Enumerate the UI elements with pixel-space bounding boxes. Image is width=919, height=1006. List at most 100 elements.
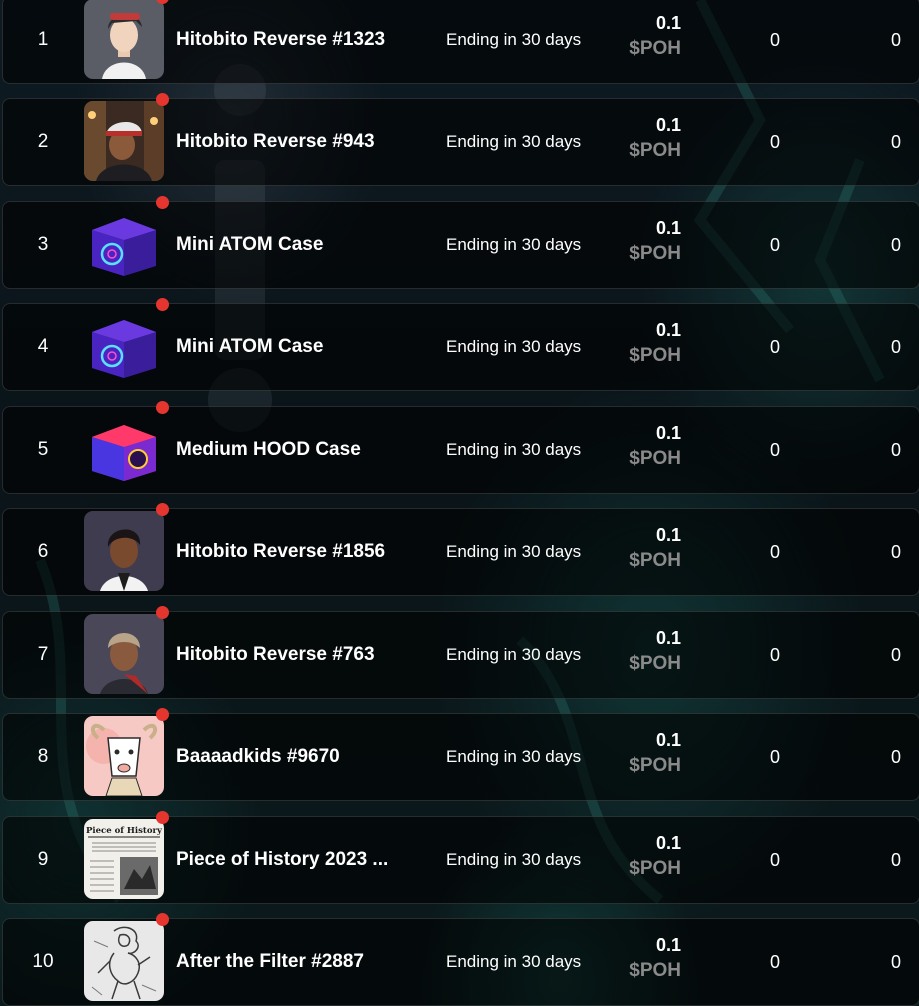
item-name[interactable]: Hitobito Reverse #1323	[176, 0, 408, 83]
price: 0.1 $POH	[603, 319, 681, 371]
rank-number: 10	[32, 951, 54, 972]
stat-count-b: 0	[891, 542, 902, 562]
rank-number: 3	[37, 234, 49, 255]
price: 0.1 $POH	[603, 114, 681, 166]
atom-case-icon	[92, 320, 156, 378]
stat-count-a: 0	[770, 235, 781, 255]
rank-number: 2	[37, 131, 49, 152]
stat-count-b: 0	[891, 337, 902, 357]
rank-number: 8	[37, 746, 49, 767]
stat-count-a: 0	[770, 132, 781, 152]
stat-count-b: 0	[891, 850, 902, 870]
item-name[interactable]: Mini ATOM Case	[176, 304, 408, 390]
list-item[interactable]: 8 Baaaadkids #9670 Ending in 30 days 0.1…	[2, 708, 919, 801]
item-thumbnail[interactable]: Piece of History	[84, 819, 164, 899]
item-thumbnail[interactable]	[84, 0, 164, 79]
item-thumbnail[interactable]	[84, 101, 164, 181]
rank-number: 7	[37, 644, 49, 665]
price: 0.1 $POH	[603, 627, 681, 679]
hitobito-avatar-icon	[84, 0, 164, 79]
price-token: $POH	[629, 550, 681, 571]
hitobito-avatar-icon	[84, 101, 164, 181]
newspaper-masthead: Piece of History	[86, 826, 163, 836]
price: 0.1 $POH	[603, 422, 681, 474]
price: 0.1 $POH	[603, 729, 681, 781]
price-value: 0.1	[655, 935, 681, 955]
ending-time: Ending in 30 days	[446, 747, 582, 766]
list-item[interactable]: 2 Hitobito Reverse #943 Ending in 30 day…	[2, 93, 919, 186]
rank-number: 6	[37, 541, 49, 562]
price-value: 0.1	[655, 423, 681, 443]
price: 0.1 $POH	[603, 832, 681, 884]
price-token: $POH	[629, 345, 681, 366]
price-value: 0.1	[655, 730, 681, 750]
item-name[interactable]: Hitobito Reverse #1856	[176, 509, 408, 595]
item-thumbnail[interactable]	[84, 716, 164, 796]
item-name[interactable]: After the Filter #2887	[176, 919, 408, 1005]
new-badge-dot	[156, 196, 169, 209]
new-badge-dot	[156, 606, 169, 619]
item-thumbnail[interactable]	[84, 614, 164, 694]
stat-count-a: 0	[770, 30, 781, 50]
price-value: 0.1	[655, 320, 681, 340]
ending-time: Ending in 30 days	[446, 440, 582, 459]
item-thumbnail[interactable]	[84, 306, 164, 386]
list-item[interactable]: 5 Medium HOOD Case Ending in 30 days 0.1…	[2, 401, 919, 494]
price: 0.1 $POH	[603, 217, 681, 269]
item-name[interactable]: Mini ATOM Case	[176, 202, 408, 288]
item-name[interactable]: Piece of History 2023 ...	[176, 817, 408, 903]
rank-number: 4	[37, 336, 49, 357]
price-token: $POH	[629, 140, 681, 161]
list-item[interactable]: 1 Hitobito Reverse #1323 Ending in 30 da…	[2, 0, 919, 84]
new-badge-dot	[156, 503, 169, 516]
price-token: $POH	[629, 960, 681, 981]
sketch-figure-icon	[84, 921, 164, 1001]
list-item[interactable]: 4 Mini ATOM Case Ending in 30 days 0.1 $…	[2, 298, 919, 391]
item-name[interactable]: Hitobito Reverse #943	[176, 99, 408, 185]
list-item[interactable]: 3 Mini ATOM Case Ending in 30 days 0.1 $…	[2, 196, 919, 289]
hood-case-icon	[92, 425, 156, 481]
price-token: $POH	[629, 858, 681, 879]
stat-count-b: 0	[891, 747, 902, 767]
price: 0.1 $POH	[603, 12, 681, 64]
stat-count-b: 0	[891, 132, 902, 152]
price-value: 0.1	[655, 115, 681, 135]
price-value: 0.1	[655, 525, 681, 545]
list-item[interactable]: 6 Hitobito Reverse #1856 Ending in 30 da…	[2, 503, 919, 596]
price-token: $POH	[629, 448, 681, 469]
rank-number: 1	[37, 29, 49, 50]
hitobito-avatar-icon	[84, 511, 164, 591]
list-item[interactable]: 9 Piece of History Piece of History 2023…	[2, 811, 919, 904]
stat-count-a: 0	[770, 747, 781, 767]
new-badge-dot	[156, 93, 169, 106]
price-value: 0.1	[655, 833, 681, 853]
price: 0.1 $POH	[603, 524, 681, 576]
atom-case-icon	[92, 218, 156, 276]
list-item[interactable]: 7 Hitobito Reverse #763 Ending in 30 day…	[2, 606, 919, 699]
new-badge-dot	[156, 708, 169, 721]
item-name[interactable]: Baaaadkids #9670	[176, 714, 408, 800]
item-thumbnail[interactable]	[84, 409, 164, 489]
stat-count-a: 0	[770, 952, 781, 972]
price-value: 0.1	[655, 13, 681, 33]
list-item[interactable]: 10 After the Filter #2887 Ending in 30 d…	[2, 913, 919, 1006]
newspaper-icon: Piece of History	[84, 819, 164, 899]
ending-time: Ending in 30 days	[446, 235, 582, 254]
stat-count-a: 0	[770, 440, 781, 460]
ending-time: Ending in 30 days	[446, 645, 582, 664]
item-thumbnail[interactable]	[84, 511, 164, 591]
goat-avatar-icon	[84, 716, 164, 796]
price-value: 0.1	[655, 218, 681, 238]
stat-count-a: 0	[770, 542, 781, 562]
ending-time: Ending in 30 days	[446, 850, 582, 869]
price: 0.1 $POH	[603, 934, 681, 986]
new-badge-dot	[156, 913, 169, 926]
item-name[interactable]: Medium HOOD Case	[176, 407, 408, 493]
item-thumbnail[interactable]	[84, 921, 164, 1001]
item-name[interactable]: Hitobito Reverse #763	[176, 612, 408, 698]
item-thumbnail[interactable]	[84, 204, 164, 284]
ending-time: Ending in 30 days	[446, 30, 582, 49]
price-token: $POH	[629, 755, 681, 776]
stat-count-b: 0	[891, 645, 902, 665]
ending-time: Ending in 30 days	[446, 952, 582, 971]
